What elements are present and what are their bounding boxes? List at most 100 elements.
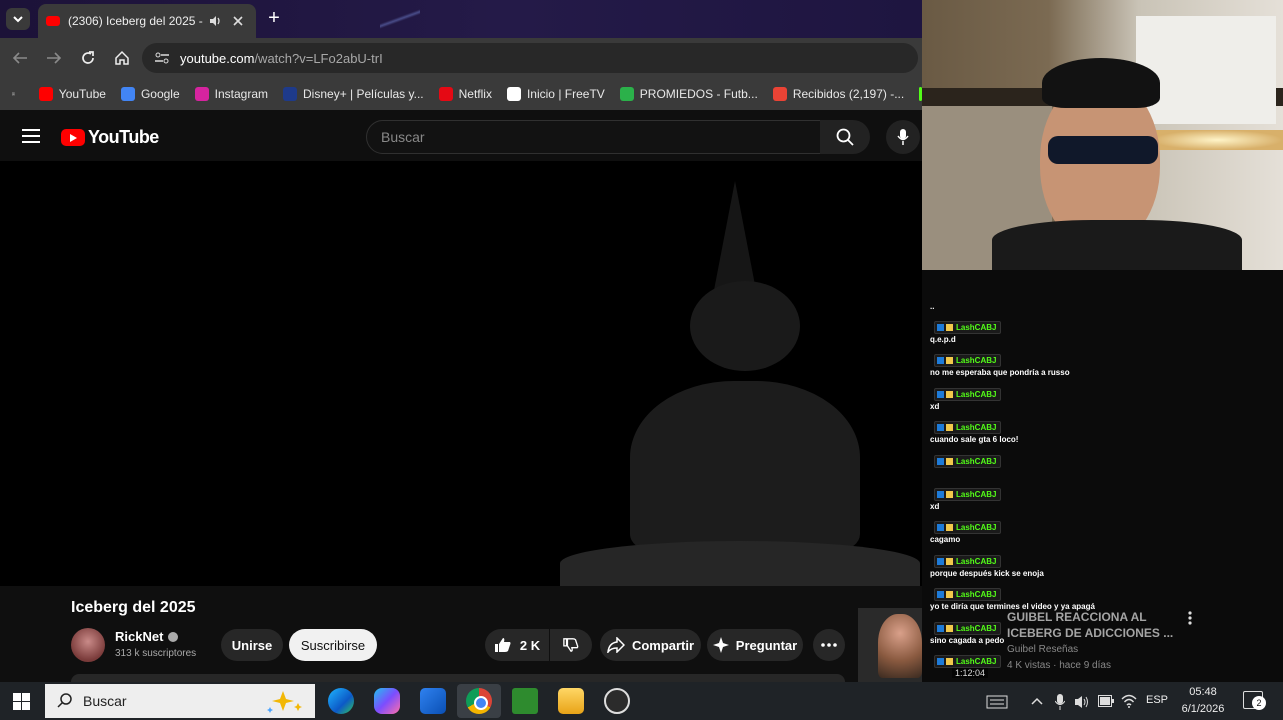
ask-label: Preguntar bbox=[735, 637, 798, 653]
bookmark-item[interactable]: Netflix bbox=[438, 87, 492, 101]
chat-username-badge[interactable]: LashCABJ bbox=[934, 387, 1002, 401]
badge-icon bbox=[946, 390, 953, 398]
bookmark-item[interactable]: Google bbox=[120, 87, 180, 101]
chat-message-text: sino cagada a pedo bbox=[930, 635, 1005, 645]
chrome-taskbar-active[interactable] bbox=[457, 684, 501, 718]
share-icon bbox=[607, 637, 625, 653]
recommended-title-line-1[interactable]: GUIBEL REACCIONA AL bbox=[1007, 610, 1147, 624]
kick-chat-overlay: .. LashCABJ q.e.p.d LashCABJ no me esperaba… bbox=[922, 270, 1283, 682]
forward-arrow-icon[interactable] bbox=[46, 51, 62, 65]
language-indicator[interactable]: ESP bbox=[1146, 694, 1168, 706]
badge-icon bbox=[937, 491, 944, 498]
join-button[interactable]: Unirse bbox=[221, 629, 283, 661]
microphone-icon bbox=[897, 129, 909, 145]
outlook-icon[interactable] bbox=[420, 688, 446, 714]
battery-icon[interactable] bbox=[1098, 695, 1114, 707]
chat-message-text: no me esperaba que pondría a russo bbox=[930, 368, 1070, 378]
chat-username-badge[interactable]: LashCABJ bbox=[934, 454, 1002, 468]
chat-username: LashCABJ bbox=[956, 356, 997, 366]
channel-avatar[interactable] bbox=[71, 628, 105, 662]
bookmark-favicon-icon bbox=[438, 87, 453, 101]
minecraft-icon[interactable] bbox=[512, 688, 538, 714]
chat-username-badge[interactable]: LashCABJ bbox=[934, 521, 1002, 535]
bookmark-label: YouTube bbox=[58, 87, 106, 101]
dislike-button[interactable] bbox=[550, 629, 592, 661]
taskbar-search[interactable]: Buscar bbox=[45, 684, 315, 718]
back-arrow-icon[interactable] bbox=[12, 51, 28, 65]
chevron-up-icon[interactable] bbox=[1031, 697, 1043, 705]
url-host: youtube.com bbox=[180, 50, 255, 66]
badge-icon bbox=[937, 524, 944, 532]
chat-username-badge[interactable]: LashCABJ bbox=[934, 588, 1002, 602]
close-tab-icon[interactable] bbox=[232, 15, 244, 27]
volume-icon[interactable] bbox=[1074, 694, 1090, 710]
browser-toolbar: youtube.com/watch?v=LFo2abU-trI bbox=[0, 38, 922, 78]
chat-message-text: cuando sale gta 6 loco! bbox=[930, 435, 1019, 445]
bookmark-item[interactable]: Instagram bbox=[194, 87, 269, 101]
copilot-icon[interactable] bbox=[374, 688, 400, 714]
address-bar[interactable]: youtube.com/watch?v=LFo2abU-trI bbox=[142, 43, 918, 73]
ask-button[interactable]: Preguntar bbox=[707, 629, 803, 661]
wifi-icon[interactable] bbox=[1121, 694, 1137, 708]
badge-icon bbox=[946, 424, 953, 432]
menu-icon[interactable] bbox=[22, 129, 40, 143]
youtube-header: YouTube Buscar bbox=[0, 113, 922, 161]
youtube-search-button[interactable] bbox=[820, 120, 870, 154]
apps-grid-icon[interactable] bbox=[12, 87, 15, 101]
bookmark-favicon-icon bbox=[619, 87, 634, 101]
badge-icon bbox=[937, 424, 944, 432]
video-frame-image bbox=[540, 161, 922, 586]
speaker-icon[interactable] bbox=[208, 14, 222, 28]
home-icon[interactable] bbox=[114, 50, 130, 66]
badge-icon bbox=[946, 324, 953, 331]
windows-start-icon[interactable] bbox=[13, 693, 30, 710]
share-button[interactable]: Compartir bbox=[600, 629, 701, 661]
recommended-title-line-2[interactable]: ICEBERG DE ADICCIONES ... bbox=[1007, 626, 1173, 640]
subscriber-count: 313 k suscriptores bbox=[115, 648, 197, 659]
bookmark-item[interactable]: Recibidos (2,197) -... bbox=[772, 87, 904, 101]
chat-username-badge[interactable]: LashCABJ bbox=[934, 655, 1002, 668]
more-horizontal-icon bbox=[821, 643, 837, 647]
youtube-search-input[interactable]: Buscar bbox=[366, 120, 822, 154]
bookmark-label: Disney+ | Películas y... bbox=[303, 87, 424, 101]
bookmark-item[interactable]: YouTube bbox=[38, 87, 106, 101]
reload-icon[interactable] bbox=[80, 50, 96, 66]
more-actions-button[interactable] bbox=[813, 629, 845, 661]
bookmark-label: PROMIEDOS - Futb... bbox=[639, 87, 758, 101]
new-tab-button[interactable]: + bbox=[264, 7, 284, 31]
share-label: Compartir bbox=[631, 637, 695, 653]
obs-recording-icon[interactable] bbox=[604, 688, 630, 714]
bookmark-label: Instagram bbox=[214, 87, 269, 101]
tab-search-button[interactable] bbox=[6, 8, 30, 30]
more-vertical-icon[interactable] bbox=[1188, 611, 1192, 625]
file-explorer-icon[interactable] bbox=[558, 688, 584, 714]
edge-icon[interactable] bbox=[328, 688, 354, 714]
keyboard-layout-icon[interactable] bbox=[986, 695, 1008, 709]
chat-username-badge[interactable]: LashCABJ bbox=[934, 321, 1002, 334]
site-settings-icon[interactable] bbox=[154, 51, 170, 65]
microphone-icon[interactable] bbox=[1055, 694, 1065, 710]
chat-username-badge[interactable]: LashCABJ bbox=[934, 621, 1002, 635]
video-player[interactable] bbox=[0, 161, 922, 586]
bookmark-item[interactable]: PROMIEDOS - Futb... bbox=[619, 87, 758, 101]
chat-username-badge[interactable]: LashCABJ bbox=[934, 554, 1002, 568]
subscribe-button[interactable]: Suscribirse bbox=[289, 629, 377, 661]
badge-icon bbox=[946, 491, 953, 498]
chat-username-badge[interactable]: LashCABJ bbox=[934, 354, 1002, 368]
youtube-logo[interactable]: YouTube bbox=[61, 127, 159, 148]
bookmark-item[interactable]: Disney+ | Películas y... bbox=[283, 87, 424, 101]
chat-username-badge[interactable]: LashCABJ bbox=[934, 488, 1002, 501]
recommended-video[interactable] bbox=[858, 608, 922, 682]
bookmark-label: Netflix bbox=[458, 87, 492, 101]
clock-time[interactable]: 05:48 bbox=[1176, 686, 1230, 698]
chat-username-badge[interactable]: LashCABJ bbox=[934, 421, 1002, 435]
clock-date[interactable]: 6/1/2026 bbox=[1176, 703, 1230, 715]
notifications-button[interactable]: 2 bbox=[1243, 691, 1266, 710]
channel-name[interactable]: RickNet bbox=[115, 629, 179, 644]
bookmark-item[interactable]: Inicio | FreeTV bbox=[506, 87, 605, 101]
voice-search-button[interactable] bbox=[886, 120, 920, 154]
badge-icon bbox=[937, 457, 944, 465]
badge-icon bbox=[937, 390, 944, 398]
like-button[interactable]: 2 K bbox=[485, 629, 549, 661]
browser-tab-active[interactable]: (2306) Iceberg del 2025 - Yo bbox=[38, 4, 256, 38]
